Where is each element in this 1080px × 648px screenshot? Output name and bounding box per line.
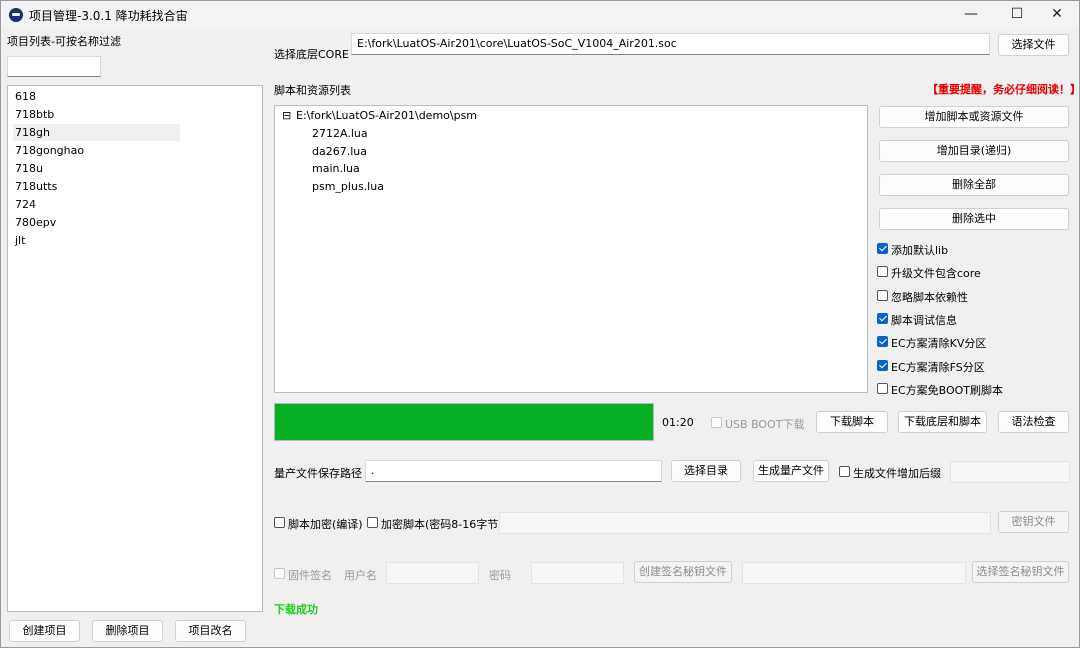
script-file-item[interactable]: 2712A.lua — [312, 125, 368, 142]
project-list-item[interactable]: 618 — [13, 88, 36, 105]
option-checkbox[interactable] — [877, 243, 888, 254]
mass-path-label: 量产文件保存路径 — [274, 467, 362, 480]
option-checkbox[interactable] — [877, 382, 888, 394]
project-list-item[interactable]: 718gonghao — [13, 142, 84, 159]
script-file-item[interactable]: da267.lua — [312, 143, 367, 160]
project-list-item[interactable]: 780epv — [13, 214, 56, 231]
rename-project-button[interactable]: 项目改名 — [175, 620, 246, 642]
username-label: 用户名 — [344, 569, 377, 582]
password-label: 密码 — [489, 569, 511, 582]
option-label: EC方案清除FS分区 — [891, 360, 985, 374]
project-list-label: 项目列表-可按名称过滤 — [7, 35, 121, 48]
project-list-item[interactable]: jlt — [13, 232, 25, 249]
project-filter-input[interactable] — [7, 56, 101, 77]
delete-project-button[interactable]: 删除项目 — [92, 620, 163, 642]
option-label: EC方案清除KV分区 — [891, 337, 987, 351]
minimize-button[interactable]: — — [948, 1, 994, 29]
option-checkbox[interactable] — [877, 266, 888, 278]
create-project-button[interactable]: 创建项目 — [9, 620, 80, 642]
progress-fill — [275, 404, 653, 440]
option-label: 脚本调试信息 — [891, 313, 957, 327]
project-list-item[interactable]: 724 — [13, 196, 36, 213]
option-checkbox[interactable] — [877, 312, 888, 324]
firmware-sign-checkbox[interactable] — [274, 568, 285, 579]
select-sign-key-button[interactable]: 选择签名秘钥文件 — [972, 561, 1069, 583]
key-file-button[interactable]: 密钥文件 — [998, 511, 1069, 533]
sign-key-path-input[interactable] — [742, 562, 966, 584]
option-label: 忽略脚本依赖性 — [891, 290, 968, 304]
option-checkbox[interactable] — [877, 336, 888, 348]
delete-selected-button[interactable]: 删除选中 — [879, 208, 1069, 230]
compile-script-checkbox[interactable] — [274, 517, 285, 528]
project-list-item[interactable]: 718u — [13, 160, 43, 177]
encrypt-script-label: 加密脚本(密码8-16字节) — [381, 518, 503, 531]
option-label: 添加默认lib — [891, 244, 949, 257]
project-list[interactable]: 618 718btb 718gh 718gonghao 718u 718utts 724 78… — [7, 85, 263, 612]
select-directory-button[interactable]: 选择目录 — [671, 460, 741, 482]
important-notice-link[interactable]: 【重要提醒，务必仔细阅读！】 — [927, 81, 1080, 97]
option-checkbox[interactable] — [877, 359, 888, 371]
add-directory-button[interactable]: 增加目录(递归) — [879, 140, 1069, 162]
encrypt-password-input[interactable] — [499, 512, 991, 534]
add-suffix-label: 生成文件增加后缀 — [853, 467, 941, 480]
select-core-file-button[interactable]: 选择文件 — [998, 34, 1069, 56]
download-script-button[interactable]: 下载脚本 — [816, 411, 888, 433]
option-label: EC方案免BOOT刷脚本 — [891, 383, 1004, 397]
add-script-button[interactable]: 增加脚本或资源文件 — [879, 106, 1069, 128]
password-input[interactable] — [531, 562, 624, 584]
encrypt-script-checkbox[interactable] — [367, 517, 378, 528]
download-core-and-script-button[interactable]: 下载底层和脚本 — [898, 411, 987, 433]
tree-collapse-icon[interactable]: ⊟ — [282, 107, 291, 124]
delete-all-button[interactable]: 删除全部 — [879, 174, 1069, 196]
suffix-input[interactable] — [950, 461, 1070, 483]
generate-mass-file-button[interactable]: 生成量产文件 — [753, 460, 829, 482]
tree-root-folder[interactable]: E:\fork\LuatOS-Air201\demo\psm — [296, 107, 477, 124]
project-list-item[interactable]: 718gh — [13, 124, 180, 141]
usb-boot-label: USB BOOT下载 — [725, 418, 805, 431]
close-button[interactable]: ✕ — [1034, 1, 1080, 29]
project-list-item[interactable]: 718btb — [13, 106, 54, 123]
elapsed-time: 01:20 — [662, 416, 694, 429]
window-title: 项目管理-3.0.1 降功耗找合宙 — [29, 9, 188, 23]
status-message: 下载成功 — [274, 603, 318, 616]
firmware-sign-label: 固件签名 — [288, 569, 332, 582]
scripts-label: 脚本和资源列表 — [274, 84, 351, 97]
script-file-item[interactable]: psm_plus.lua — [312, 178, 384, 195]
core-path-field[interactable]: E:\fork\LuatOS-Air201\core\LuatOS-SoC_V1… — [351, 33, 990, 55]
script-file-item[interactable]: main.lua — [312, 160, 360, 177]
title-bar: 项目管理-3.0.1 降功耗找合宙 — ☐ ✕ — [1, 1, 1079, 29]
app-logo-icon — [9, 8, 23, 22]
app-window: 项目管理-3.0.1 降功耗找合宙 — ☐ ✕ 项目列表-可按名称过滤 618 7… — [0, 0, 1080, 648]
script-tree[interactable]: ⊟ E:\fork\LuatOS-Air201\demo\psm 2712A.l… — [274, 105, 868, 393]
option-checkbox[interactable] — [877, 289, 888, 301]
compile-script-label: 脚本加密(编译) — [288, 518, 363, 531]
create-sign-key-button[interactable]: 创建签名秘钥文件 — [634, 561, 732, 583]
usb-boot-checkbox[interactable] — [711, 417, 722, 428]
mass-path-field[interactable]: . — [365, 460, 662, 482]
syntax-check-button[interactable]: 语法检查 — [998, 411, 1069, 433]
username-input[interactable] — [386, 562, 479, 584]
core-label: 选择底层CORE — [274, 48, 349, 61]
project-list-item[interactable]: 718utts — [13, 178, 57, 195]
download-progress-bar — [274, 403, 654, 441]
option-label: 升级文件包含core — [891, 267, 981, 281]
add-suffix-checkbox[interactable] — [839, 466, 850, 477]
